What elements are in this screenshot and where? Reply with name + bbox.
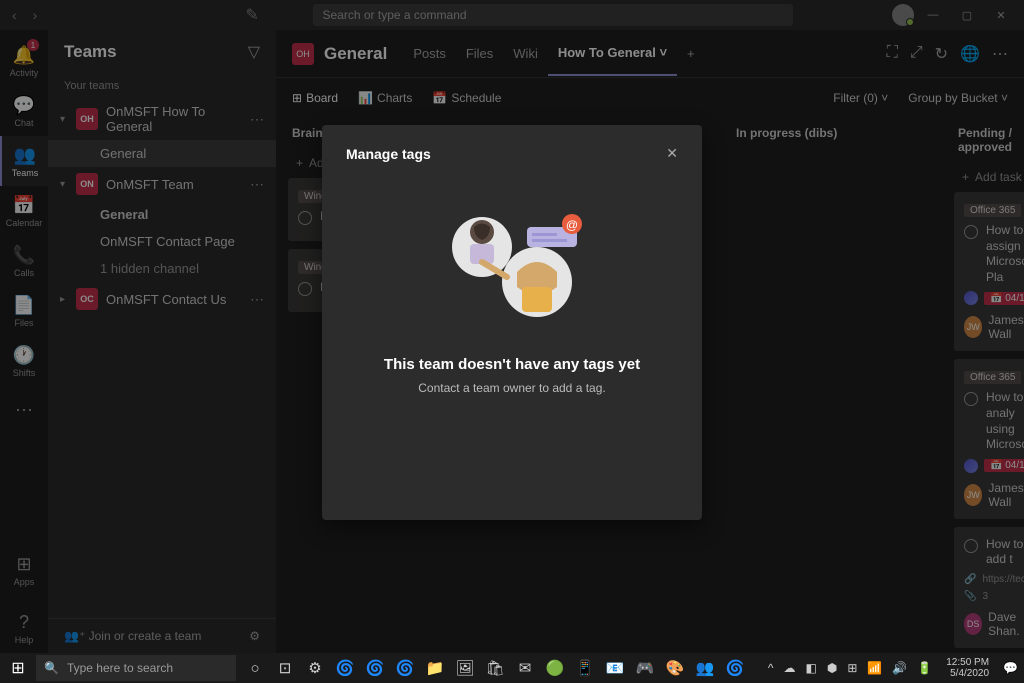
edge-icon[interactable]: 🌀 <box>390 653 420 683</box>
explorer-icon[interactable]: 📁 <box>420 653 450 683</box>
onedrive-icon[interactable]: ☁ <box>781 661 797 675</box>
xbox-icon[interactable]: 🎮 <box>630 653 660 683</box>
network-icon[interactable]: 📶 <box>865 661 884 675</box>
edge-icon[interactable]: 🌀 <box>330 653 360 683</box>
cortana-icon[interactable]: ○ <box>240 653 270 683</box>
modal-title: Manage tags <box>346 146 431 162</box>
empty-state-illustration: @ <box>346 192 678 332</box>
app-icon[interactable]: 🟢 <box>540 653 570 683</box>
taskview-icon[interactable]: ⊡ <box>270 653 300 683</box>
photos-icon[interactable]: 🖼 <box>450 653 480 683</box>
clock[interactable]: 12:50 PM 5/4/2020 <box>940 657 995 679</box>
taskbar-search[interactable]: 🔍 Type here to search <box>36 655 236 681</box>
tray-icon[interactable]: ◧ <box>803 661 818 675</box>
windows-taskbar: ⊞ 🔍 Type here to search ○ ⊡ ⚙ 🌀 🌀 🌀 📁 🖼 … <box>0 653 1024 683</box>
mail-icon[interactable]: ✉ <box>510 653 540 683</box>
tray-icon[interactable]: ⊞ <box>845 661 859 675</box>
notifications-icon[interactable]: 💬 <box>1001 661 1020 675</box>
app-icon[interactable]: 📱 <box>570 653 600 683</box>
search-icon: 🔍 <box>44 661 59 675</box>
start-button[interactable]: ⊞ <box>0 653 36 683</box>
app-icon[interactable]: 🌀 <box>720 653 750 683</box>
empty-state-subtitle: Contact a team owner to add a tag. <box>346 381 678 395</box>
edge-icon[interactable]: 🌀 <box>360 653 390 683</box>
battery-icon[interactable]: 🔋 <box>915 661 934 675</box>
manage-tags-dialog: Manage tags ✕ @ This team doesn't have a… <box>322 125 702 520</box>
tray-icon[interactable]: ⬢ <box>825 661 839 675</box>
close-icon[interactable]: ✕ <box>666 145 678 162</box>
teams-icon[interactable]: 👥 <box>690 653 720 683</box>
volume-icon[interactable]: 🔊 <box>890 661 909 675</box>
settings-icon[interactable]: ⚙ <box>300 653 330 683</box>
svg-text:@: @ <box>566 218 578 232</box>
store-icon[interactable]: 🛍 <box>480 653 510 683</box>
empty-state-title: This team doesn't have any tags yet <box>346 356 678 373</box>
tray-chevron[interactable]: ^ <box>766 661 776 675</box>
outlook-icon[interactable]: 📧 <box>600 653 630 683</box>
app-icon[interactable]: 🎨 <box>660 653 690 683</box>
